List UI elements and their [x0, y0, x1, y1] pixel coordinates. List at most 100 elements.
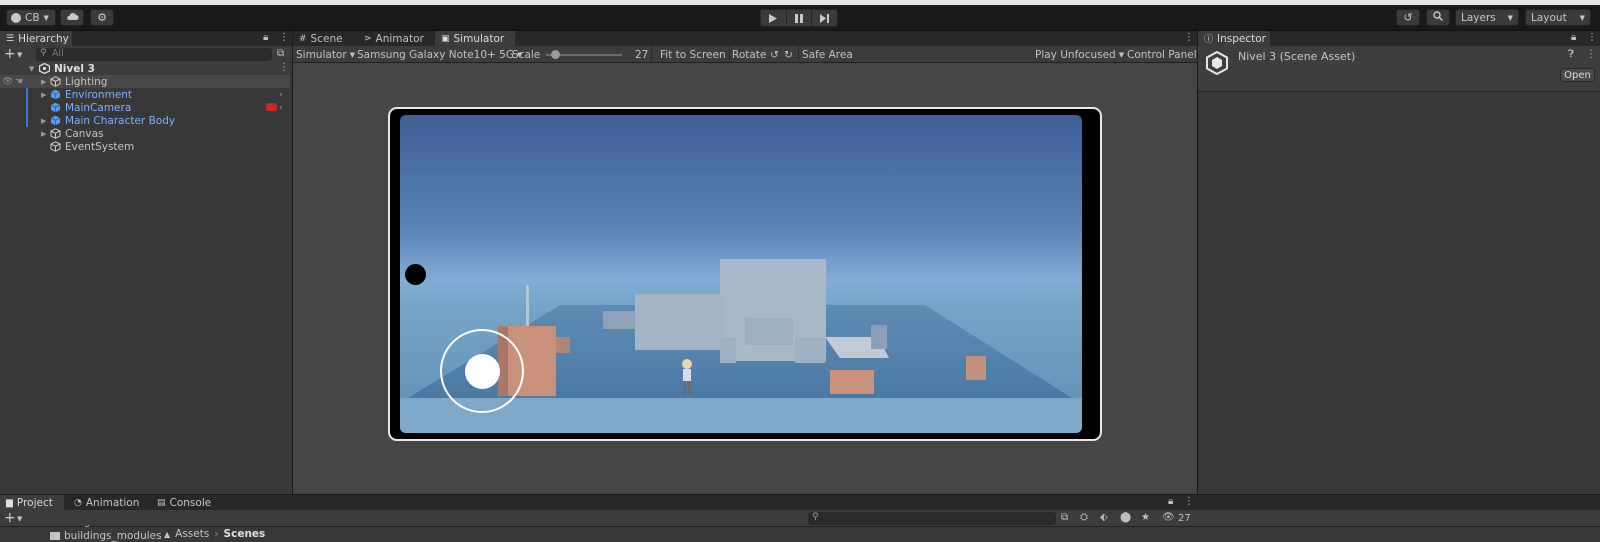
play-mode-dropdown[interactable]: Play Unfocused ▼	[1035, 46, 1124, 63]
lock-icon[interactable]: 🔒︎	[263, 32, 268, 43]
expand-arrow-icon[interactable]: ▶	[41, 91, 49, 99]
tab-animator[interactable]: ⋗ Animator	[358, 31, 428, 46]
prefab-override-bar	[26, 114, 28, 127]
chevron-down-icon[interactable]: ▼	[17, 515, 22, 523]
filter-icon[interactable]: ⛭	[1080, 512, 1088, 523]
control-panel-button[interactable]: Control Panel	[1127, 46, 1197, 63]
account-dropdown[interactable]: CB ▼	[6, 9, 56, 26]
history-button[interactable]: ↺	[1396, 9, 1420, 26]
more-options-icon[interactable]: ⋮	[1587, 32, 1597, 43]
expand-arrow-icon[interactable]: ▶	[41, 117, 49, 125]
hierarchy-tab-label: Hierarchy	[18, 32, 69, 45]
prefab-cube-icon	[50, 102, 61, 113]
hierarchy-item-environment[interactable]: ▶ Environment ›	[0, 88, 290, 101]
lock-icon[interactable]: 🔒︎	[1571, 32, 1576, 43]
chevron-down-icon[interactable]: ▼	[17, 51, 22, 59]
step-button[interactable]	[812, 10, 837, 26]
animator-icon: ⋗	[364, 33, 372, 44]
tab-inspector[interactable]: ⓘ Inspector	[1198, 31, 1270, 46]
breadcrumb-item[interactable]: Scenes	[224, 528, 266, 540]
more-options-icon[interactable]: ⋮	[1184, 32, 1194, 43]
more-options-icon[interactable]: ⋮	[1184, 496, 1194, 507]
favorite-star-icon[interactable]: ★	[1141, 512, 1150, 523]
play-controls	[760, 9, 838, 27]
search-icon	[1433, 11, 1444, 24]
rotate-right-icon[interactable]: ↻	[784, 46, 793, 63]
prefab-override-bar	[26, 101, 28, 114]
tab-scene[interactable]: # Scene	[293, 31, 353, 46]
tab-hierarchy[interactable]: ☰ Hierarchy	[0, 31, 72, 46]
hierarchy-item-lighting[interactable]: 👁︎ ☚ ▶ Lighting	[0, 75, 290, 88]
layout-dropdown[interactable]: Layout ▼	[1525, 9, 1591, 26]
visibility-eye-icon[interactable]: 👁︎	[1162, 512, 1175, 523]
pause-button[interactable]	[787, 10, 813, 26]
building	[720, 337, 736, 363]
building	[795, 337, 825, 363]
tab-label: Scene	[310, 32, 343, 45]
fit-to-screen-button[interactable]: Fit to Screen	[660, 46, 726, 63]
tab-project[interactable]: ▆ Project	[0, 495, 64, 510]
cloud-button[interactable]	[60, 9, 84, 26]
inspector-tabbar: ⓘ Inspector 🔒︎ ⋮	[1198, 31, 1600, 46]
hierarchy-item-maincamera[interactable]: MainCamera ›	[0, 101, 290, 114]
cloud-icon	[66, 12, 79, 24]
collapse-arrow-icon[interactable]: ▼	[29, 65, 37, 73]
tab-simulator[interactable]: ▣ Simulator	[435, 31, 515, 46]
console-icon: ▤	[157, 497, 166, 508]
help-icon[interactable]: ❓︎	[1568, 49, 1574, 60]
simulator-mode-dropdown[interactable]: Simulator ▼	[296, 46, 355, 63]
inspector-header: Nivel 3 (Scene Asset) ❓︎ ⋮ Open	[1198, 46, 1600, 92]
add-icon[interactable]: +	[4, 46, 16, 62]
tab-animation[interactable]: ◔ Animation	[68, 495, 148, 510]
add-icon[interactable]: +	[4, 510, 16, 526]
tab-console[interactable]: ▤ Console	[151, 495, 221, 510]
chevron-right-icon[interactable]: ›	[279, 90, 283, 100]
project-search-field[interactable]: ⚲	[808, 512, 1056, 525]
hierarchy-tabbar: ☰ Hierarchy 🔒︎ ⋮	[0, 31, 292, 46]
hierarchy-item-label: Canvas	[65, 127, 104, 140]
warning-icon[interactable]: ⬤	[1120, 512, 1131, 523]
pickable-hand-icon[interactable]: ☚	[15, 77, 23, 87]
tab-label: Animator	[375, 32, 424, 45]
scale-slider[interactable]	[546, 50, 622, 59]
virtual-joystick[interactable]	[440, 329, 524, 413]
search-by-type-icon[interactable]: ⧉	[1061, 512, 1068, 523]
hierarchy-item-main-character-body[interactable]: ▶ Main Character Body	[0, 114, 290, 127]
lock-icon[interactable]: 🔒︎	[1168, 496, 1173, 507]
expand-arrow-icon[interactable]: ▶	[41, 78, 49, 86]
more-options-icon[interactable]: ⋮	[279, 32, 289, 43]
hierarchy-search-field[interactable]: ⚲ All	[36, 48, 272, 61]
rotate-left-icon[interactable]: ↺	[770, 46, 779, 63]
asset-title: Nivel 3 (Scene Asset)	[1238, 50, 1356, 63]
hierarchy-item-eventsystem[interactable]: EventSystem	[0, 140, 290, 153]
hierarchy-item-label: EventSystem	[65, 140, 135, 153]
scale-slider-thumb[interactable]	[551, 50, 561, 59]
open-button[interactable]: Open	[1560, 68, 1595, 82]
visibility-eye-icon[interactable]: 👁︎	[2, 77, 13, 87]
chevron-right-icon: ›	[214, 528, 219, 540]
more-options-icon[interactable]: ⋮	[1586, 49, 1596, 60]
collab-button[interactable]: ⚙	[90, 9, 114, 26]
breadcrumb: ▲ Assets › Scenes	[164, 528, 265, 540]
game-view[interactable]	[400, 115, 1082, 433]
search-filter-icon[interactable]: ⧉	[277, 48, 284, 59]
layers-dropdown[interactable]: Layers ▼	[1455, 9, 1519, 26]
expand-arrow-icon[interactable]: ▶	[41, 130, 49, 138]
device-dropdown[interactable]: Samsung Galaxy Note10+ 5G ▼	[357, 46, 522, 63]
folder-list-item[interactable]: buildings_modules	[50, 530, 162, 542]
gameobject-cube-icon	[50, 76, 61, 87]
chevron-down-icon: ▼	[1118, 50, 1125, 59]
search-button[interactable]	[1426, 9, 1450, 26]
unity-scene-asset-icon	[1206, 50, 1228, 78]
label-tag-icon[interactable]: ⬖	[1100, 512, 1108, 523]
breadcrumb-item[interactable]: Assets	[175, 528, 209, 540]
safe-area-toggle[interactable]: Safe Area	[802, 46, 853, 63]
more-options-icon[interactable]: ⋮	[279, 62, 289, 73]
scene-row[interactable]: ▼ Nivel 3 ⋮	[0, 62, 290, 75]
play-button[interactable]	[761, 10, 787, 26]
hierarchy-item-canvas[interactable]: ▶ Canvas	[0, 127, 290, 140]
joystick-knob[interactable]	[465, 354, 500, 389]
collapse-arrow-icon[interactable]: ▲	[164, 530, 170, 539]
clock-icon: ◔	[74, 497, 82, 508]
chevron-right-icon[interactable]: ›	[279, 103, 283, 113]
